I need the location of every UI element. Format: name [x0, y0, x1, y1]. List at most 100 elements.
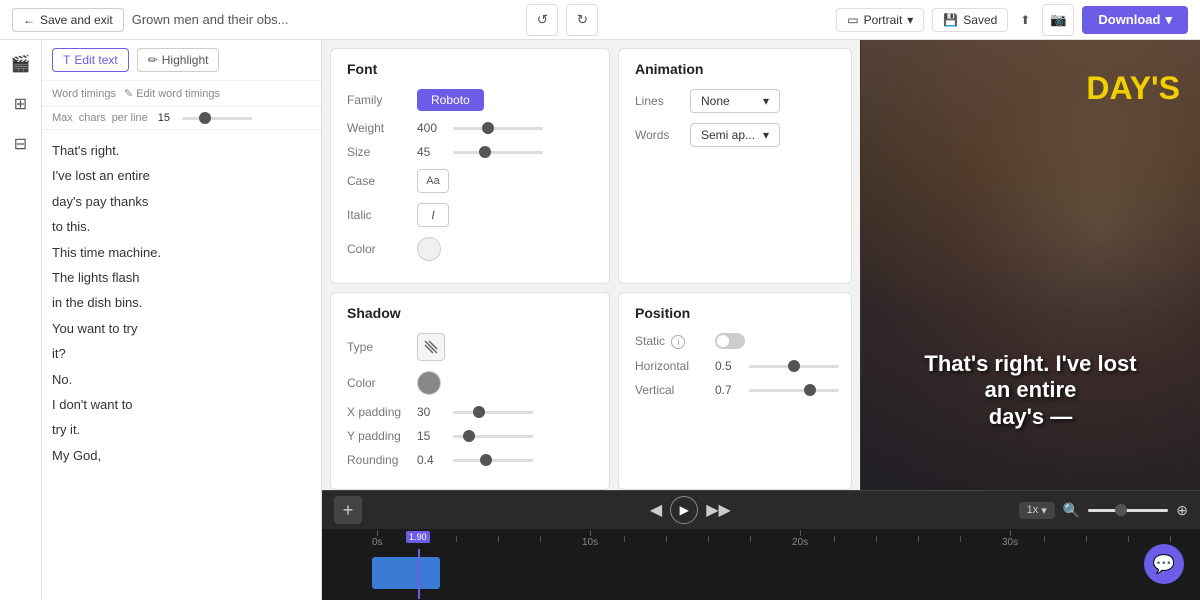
ruler-mark: [834, 536, 835, 543]
x-padding-label: X padding: [347, 405, 417, 419]
portrait-icon: ▭: [847, 13, 858, 27]
left-sidebar: 🎬 ⊞ ⊟: [0, 40, 42, 600]
highlight-button[interactable]: ✏ Highlight: [137, 48, 220, 72]
font-size-slider[interactable]: [453, 151, 543, 154]
rounding-slider[interactable]: [453, 459, 533, 462]
weight-value: 400: [417, 121, 445, 135]
shadow-type-icon[interactable]: [417, 333, 445, 361]
font-weight-slider[interactable]: [453, 127, 543, 130]
lines-dropdown[interactable]: None ▾: [690, 89, 780, 113]
words-dropdown[interactable]: Semi ap... ▾: [690, 123, 780, 147]
text-line[interactable]: This time machine.: [52, 240, 311, 265]
chevron-down-icon: ▾: [1165, 12, 1172, 28]
chars-label: chars: [79, 112, 106, 124]
download-button[interactable]: Download ▾: [1082, 6, 1188, 34]
preview-image: DAY'S That's right. I've lost an entire …: [861, 40, 1200, 490]
text-line[interactable]: day's pay thanks: [52, 189, 311, 214]
ruler-mark: 20s: [792, 530, 808, 548]
case-label: Case: [347, 174, 417, 188]
ruler-mark: 30s: [1002, 530, 1018, 548]
horizontal-slider[interactable]: [749, 365, 839, 368]
timeline-clip[interactable]: [372, 557, 440, 589]
text-line[interactable]: No.: [52, 367, 311, 392]
text-line[interactable]: in the dish bins.: [52, 290, 311, 315]
ruler-tick: [590, 530, 591, 536]
sidebar-video-icon[interactable]: 🎬: [5, 48, 37, 80]
zoom-slider[interactable]: [1088, 509, 1168, 512]
position-panel-title: Position: [635, 305, 835, 321]
text-line[interactable]: to this.: [52, 214, 311, 239]
font-family-button[interactable]: Roboto: [417, 89, 484, 111]
chat-button[interactable]: 💬: [1144, 544, 1184, 584]
timeline-center: ◀ ▶ ▶▶: [650, 496, 731, 524]
ruler-mark: [540, 536, 541, 543]
add-track-button[interactable]: +: [334, 496, 362, 524]
sidebar-caption-icon[interactable]: ⊟: [5, 128, 37, 160]
y-padding-label: Y padding: [347, 429, 417, 443]
shadow-color-label: Color: [347, 376, 417, 390]
rounding-value: 0.4: [417, 453, 445, 467]
italic-button[interactable]: I: [417, 203, 449, 227]
shadow-panel-title: Shadow: [347, 305, 593, 321]
save-exit-button[interactable]: ← Save and exit: [12, 8, 124, 32]
ruler-mark: [960, 536, 961, 543]
words-label: Words: [635, 128, 690, 142]
vertical-value: 0.7: [715, 383, 743, 397]
speed-button[interactable]: 1x ▾: [1019, 502, 1055, 519]
text-line[interactable]: it?: [52, 341, 311, 366]
family-label: Family: [347, 93, 417, 107]
project-title: Grown men and their obs...: [132, 12, 289, 27]
ruler-tick: [918, 536, 919, 542]
playhead[interactable]: 1.90: [418, 549, 420, 599]
timeline: + ◀ ▶ ▶▶ 1x ▾ 🔍 ⊕: [322, 490, 1200, 600]
ruler-tick: [666, 536, 667, 542]
sidebar-layers-icon[interactable]: ⊞: [5, 88, 37, 120]
saved-button[interactable]: 💾 Saved: [932, 8, 1008, 32]
text-icon: T: [63, 53, 70, 67]
save-icon: 💾: [943, 13, 958, 27]
prev-button[interactable]: ◀: [650, 500, 662, 520]
timeline-bar-area: 1.90: [322, 549, 1200, 599]
topbar-center: ↺ ↻: [526, 4, 598, 36]
edit-word-timings-button[interactable]: ✎ Edit word timings: [124, 87, 220, 100]
case-button[interactable]: Aa: [417, 169, 449, 193]
text-line[interactable]: try it.: [52, 417, 311, 442]
chevron-down-icon: ▾: [763, 128, 769, 142]
share-button[interactable]: ⬆: [1016, 9, 1034, 31]
position-panel: Position Static i Horizontal 0.5: [618, 292, 852, 490]
shadow-color-swatch[interactable]: [417, 371, 441, 395]
ruler-tick: [834, 536, 835, 542]
italic-label: Italic: [347, 208, 417, 222]
max-chars-slider[interactable]: [182, 117, 252, 120]
share-icon: ⬆: [1020, 13, 1030, 27]
text-line[interactable]: I've lost an entire: [52, 163, 311, 188]
info-icon: i: [671, 335, 685, 349]
edit-text-button[interactable]: T Edit text: [52, 48, 129, 72]
next-button[interactable]: ▶▶: [706, 500, 731, 520]
x-padding-slider[interactable]: [453, 411, 533, 414]
zoom-in-icon: ⊕: [1176, 502, 1188, 519]
text-line[interactable]: That's right.: [52, 138, 311, 163]
font-color-swatch[interactable]: [417, 237, 441, 261]
text-line[interactable]: The lights flash: [52, 265, 311, 290]
y-padding-slider[interactable]: [453, 435, 533, 438]
arrow-left-icon: ←: [23, 13, 35, 27]
play-button[interactable]: ▶: [670, 496, 698, 524]
text-line[interactable]: You want to try: [52, 316, 311, 341]
size-value: 45: [417, 145, 445, 159]
text-line[interactable]: My God,: [52, 443, 311, 468]
camera-button[interactable]: 📷: [1042, 4, 1074, 36]
redo-button[interactable]: ↻: [566, 4, 598, 36]
static-toggle[interactable]: [715, 333, 745, 349]
ruler-tick: [800, 530, 801, 536]
timeline-right: 1x ▾ 🔍 ⊕: [1019, 502, 1188, 519]
ruler-mark: [1086, 536, 1087, 543]
ruler-mark: [498, 536, 499, 543]
vertical-slider[interactable]: [749, 389, 839, 392]
max-label: Max: [52, 112, 73, 124]
text-line[interactable]: I don't want to: [52, 392, 311, 417]
ruler-mark: [1170, 536, 1171, 543]
subtitle-line2: an entire: [861, 377, 1200, 403]
undo-button[interactable]: ↺: [526, 4, 558, 36]
portrait-button[interactable]: ▭ Portrait ▾: [836, 8, 924, 32]
